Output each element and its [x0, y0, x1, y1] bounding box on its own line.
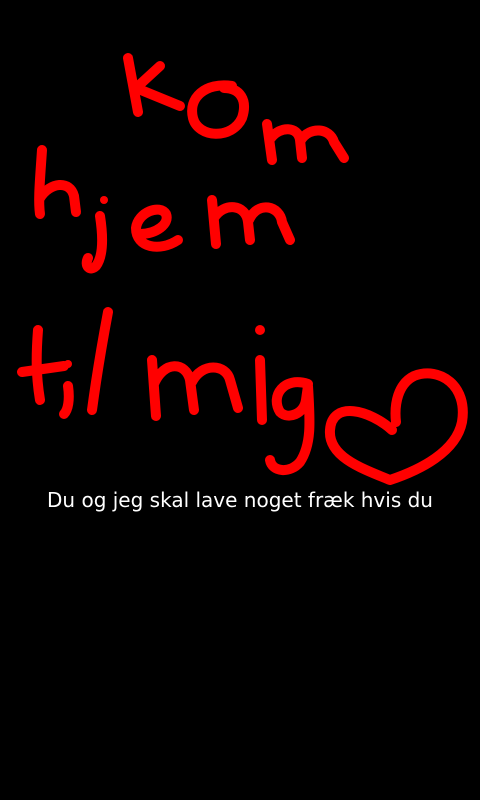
snap-canvas: Du og jeg skal lave noget fræk hvis du [0, 0, 480, 800]
handwriting-word-til [17, 307, 113, 419]
caption-text: Du og jeg skal lave noget fræk hvis du [47, 488, 433, 512]
handwriting-word-hjem [34, 145, 295, 274]
handwriting-drawing [17, 53, 468, 485]
handwriting-word-kom [123, 53, 349, 165]
heart-icon [325, 368, 468, 485]
handwriting-word-mig [147, 325, 315, 475]
